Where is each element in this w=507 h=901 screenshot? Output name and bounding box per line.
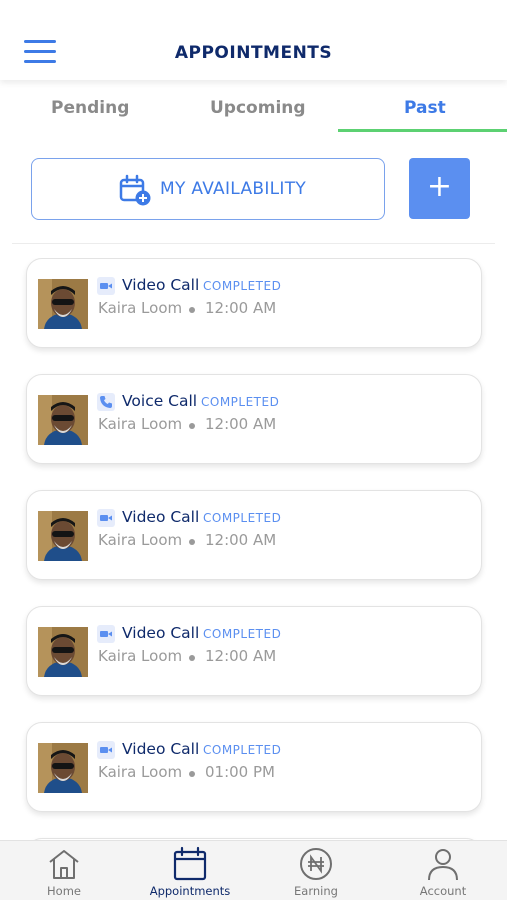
call-type-label: Video Call (122, 508, 200, 526)
tab-pending[interactable]: Pending (51, 98, 129, 118)
avatar (38, 743, 88, 793)
client-name: Kaira Loom (98, 415, 183, 433)
active-tab-indicator (338, 129, 507, 132)
client-name: Kaira Loom (98, 763, 183, 781)
video-camera-icon (97, 625, 115, 643)
appointment-card[interactable]: Video Call COMPLETED Kaira Loom 01:00 PM (26, 722, 482, 812)
nav-account[interactable]: Account (383, 841, 503, 901)
home-icon (49, 850, 79, 879)
calendar-icon (173, 846, 207, 881)
status-badge: COMPLETED (203, 627, 282, 641)
appointment-tabs: Pending Upcoming Past (0, 80, 507, 135)
nav-earning-label: Earning (294, 884, 338, 898)
video-camera-icon (97, 741, 115, 759)
call-type-label: Voice Call (122, 392, 198, 410)
my-availability-label: MY AVAILABILITY (160, 179, 307, 199)
status-badge: COMPLETED (203, 279, 282, 293)
status-badge: COMPLETED (203, 743, 282, 757)
appointment-time: 01:00 PM (205, 763, 275, 781)
user-icon (428, 849, 458, 881)
separator-dot (189, 539, 195, 545)
tab-upcoming[interactable]: Upcoming (210, 98, 306, 118)
appointment-card[interactable]: Voice Call COMPLETED Kaira Loom 12:00 AM (26, 374, 482, 464)
nav-appointments[interactable]: Appointments (130, 841, 250, 901)
video-camera-icon (97, 277, 115, 295)
naira-coin-icon (300, 848, 332, 880)
status-badge: COMPLETED (203, 511, 282, 525)
video-camera-icon (97, 509, 115, 527)
nav-earning[interactable]: Earning (256, 841, 376, 901)
appointment-card[interactable]: Video Call COMPLETED Kaira Loom 12:00 AM (26, 490, 482, 580)
add-appointment-button[interactable]: + (409, 158, 470, 219)
appointment-card[interactable]: Video Call COMPLETED Kaira Loom 12:00 AM (26, 258, 482, 348)
nav-home-label: Home (47, 884, 81, 898)
client-name: Kaira Loom (98, 299, 183, 317)
avatar (38, 279, 88, 329)
status-badge: COMPLETED (201, 395, 280, 409)
separator-dot (189, 423, 195, 429)
call-type-label: Video Call (122, 740, 200, 758)
appointment-time: 12:00 AM (205, 531, 277, 549)
calendar-add-icon (119, 174, 151, 206)
bottom-navigation: Home Appointments Earning Account (0, 840, 507, 900)
my-availability-button[interactable]: MY AVAILABILITY (31, 158, 385, 220)
avatar (38, 511, 88, 561)
appointment-list: Video Call COMPLETED Kaira Loom 12:00 AM… (0, 258, 507, 840)
avatar (38, 627, 88, 677)
call-type-label: Video Call (122, 624, 200, 642)
nav-appointments-label: Appointments (149, 884, 231, 898)
appointment-time: 12:00 AM (205, 299, 277, 317)
appointment-time: 12:00 AM (205, 647, 277, 665)
avatar (38, 395, 88, 445)
phone-icon (97, 393, 115, 411)
separator-dot (189, 655, 195, 661)
nav-account-label: Account (419, 884, 467, 898)
client-name: Kaira Loom (98, 647, 183, 665)
separator-dot (189, 307, 195, 313)
separator-dot (189, 771, 195, 777)
nav-home[interactable]: Home (4, 841, 124, 901)
app-header: APPOINTMENTS (0, 0, 507, 80)
tab-past[interactable]: Past (404, 98, 446, 118)
client-name: Kaira Loom (98, 531, 183, 549)
appointment-card[interactable]: Video Call COMPLETED Kaira Loom 12:00 AM (26, 606, 482, 696)
appointment-time: 12:00 AM (205, 415, 277, 433)
section-divider (12, 243, 495, 244)
page-title: APPOINTMENTS (174, 43, 333, 63)
call-type-label: Video Call (122, 276, 200, 294)
